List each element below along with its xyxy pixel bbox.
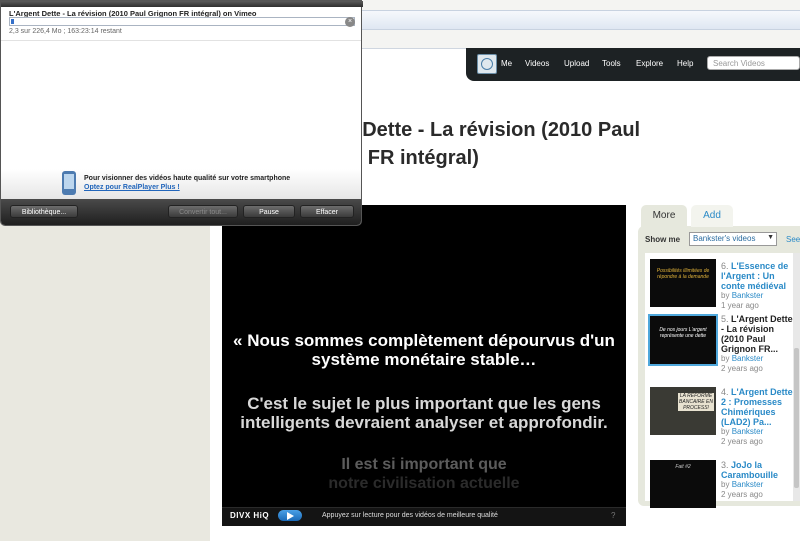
divx-message: Appuyez sur lecture pour des vidéos de m… <box>322 512 498 519</box>
list-item: 3. JoJo la Carambouille by Bankster 2 ye… <box>721 460 793 500</box>
show-me-select[interactable]: Bankster's videos ▼ <box>689 232 777 246</box>
convert-all-button[interactable]: Convertir tout... <box>168 205 238 218</box>
promo-banner <box>1 169 361 199</box>
search-input[interactable]: Search Videos <box>707 56 800 70</box>
by-label: by <box>721 480 730 489</box>
video-quote-1: « Nous sommes complètement dépourvus d'u… <box>233 331 615 369</box>
thumbnail-caption: Possibilités illimitées de répondre à la… <box>656 268 710 280</box>
nav-videos[interactable]: Videos <box>525 59 549 68</box>
list-item-age: 2 years ago <box>721 490 763 499</box>
download-status: 2,3 sur 226,4 Mo ; 163:23:14 restant <box>9 28 122 35</box>
show-me-label: Show me <box>645 235 681 244</box>
list-item-title-text[interactable]: JoJo la Carambouille <box>721 460 778 480</box>
list-item-age: 2 years ago <box>721 437 763 446</box>
list-item-number: 5. <box>721 314 729 324</box>
list-item-author: by Bankster <box>721 291 793 301</box>
nav-upload[interactable]: Upload <box>564 59 589 68</box>
divider <box>1 40 361 41</box>
list-item-selected: 5. L'Argent Dette - La révision (2010 Pa… <box>721 314 793 374</box>
list-item-title[interactable]: 3. JoJo la Carambouille <box>721 460 793 480</box>
divx-logo: DIVX HiQ <box>230 511 270 520</box>
author-link[interactable]: Bankster <box>732 427 764 436</box>
by-label: by <box>721 427 730 436</box>
list-item-age: 2 years ago <box>721 364 763 373</box>
nav-me[interactable]: Me <box>501 59 512 68</box>
thumbnail-caption: LA RÉFORME BANCAIRE EN PROCESS! <box>678 393 714 411</box>
divx-play-icon[interactable] <box>278 510 302 521</box>
by-label: by <box>721 354 730 363</box>
user-avatar-icon[interactable] <box>477 54 497 74</box>
video-list-scrollbar[interactable] <box>793 253 800 501</box>
see-all-link[interactable]: See <box>786 235 800 244</box>
nav-tools[interactable]: Tools <box>602 59 621 68</box>
tab-add[interactable]: Add <box>691 205 733 227</box>
list-item-title[interactable]: 6. L'Essence de l'Argent : Un conte médi… <box>721 261 793 291</box>
author-link[interactable]: Bankster <box>732 480 764 489</box>
list-item-title[interactable]: 5. L'Argent Dette - La révision (2010 Pa… <box>721 314 793 354</box>
list-item-number: 4. <box>721 387 729 397</box>
list-item-title-text[interactable]: L'Argent Dette - La révision (2010 Paul … <box>721 314 793 354</box>
list-item-number: 3. <box>721 460 729 470</box>
realplayer-download-window: L'Argent Dette - La révision (2010 Paul … <box>0 0 363 226</box>
library-button[interactable]: Bibliothèque... <box>10 205 78 218</box>
list-item: 4. L'Argent Dette 2 : Promesses Chimériq… <box>721 387 793 447</box>
thumbnail-caption: De nos jours L'argent représente une det… <box>659 327 707 339</box>
list-item-title-text[interactable]: L'Argent Dette 2 : Promesses Chimériques… <box>721 387 793 427</box>
progress-fill <box>11 19 14 24</box>
browser-toolbar <box>360 0 800 49</box>
list-item: 6. L'Essence de l'Argent : Un conte médi… <box>721 261 793 311</box>
list-item-author: by Bankster <box>721 354 793 364</box>
tab-more[interactable]: More <box>641 205 687 227</box>
video-quote-4: notre civilisation actuelle <box>328 475 520 488</box>
list-item-title[interactable]: 4. L'Argent Dette 2 : Promesses Chimériq… <box>721 387 793 427</box>
by-label: by <box>721 291 730 300</box>
scrollbar-thumb[interactable] <box>794 348 799 488</box>
list-item-title-text[interactable]: L'Essence de l'Argent : Un conte médiéva… <box>721 261 788 291</box>
video-title-line-1: t Dette - La révision (2010 Paul <box>350 119 641 141</box>
upgrade-link[interactable]: Optez pour RealPlayer Plus ! <box>84 184 180 191</box>
video-title-line-2: n FR intégral) <box>350 147 479 169</box>
video-title: t Dette - La révision (2010 Paul n FR in… <box>350 116 710 172</box>
pause-button[interactable]: Pause <box>243 205 295 218</box>
video-thumbnail[interactable] <box>650 259 716 307</box>
video-thumbnail[interactable] <box>648 314 718 366</box>
author-link[interactable]: Bankster <box>732 291 764 300</box>
video-quote-2: C'est le sujet le plus important que les… <box>240 394 608 432</box>
show-me-value: Bankster's videos <box>693 234 756 243</box>
list-item-number: 6. <box>721 261 729 271</box>
close-icon[interactable]: × <box>345 17 355 27</box>
chevron-down-icon: ▼ <box>767 234 774 241</box>
help-icon[interactable]: ? <box>611 511 615 520</box>
author-link[interactable]: Bankster <box>732 354 764 363</box>
browser-tab-strip <box>360 10 800 30</box>
video-quote-3: Il est si important que <box>341 456 507 473</box>
smartphone-icon <box>62 171 76 195</box>
nav-explore[interactable]: Explore <box>636 59 663 68</box>
list-item-age: 1 year ago <box>721 301 759 310</box>
clear-button[interactable]: Effacer <box>300 205 354 218</box>
download-progress-bar <box>9 17 355 26</box>
promo-text: Pour visionner des vidéos haute qualité … <box>84 175 291 182</box>
window-header <box>1 1 363 7</box>
list-item-author: by Bankster <box>721 427 793 437</box>
nav-help[interactable]: Help <box>677 59 693 68</box>
thumbnail-caption: Fait #2 <box>675 464 691 470</box>
list-item-author: by Bankster <box>721 480 793 490</box>
